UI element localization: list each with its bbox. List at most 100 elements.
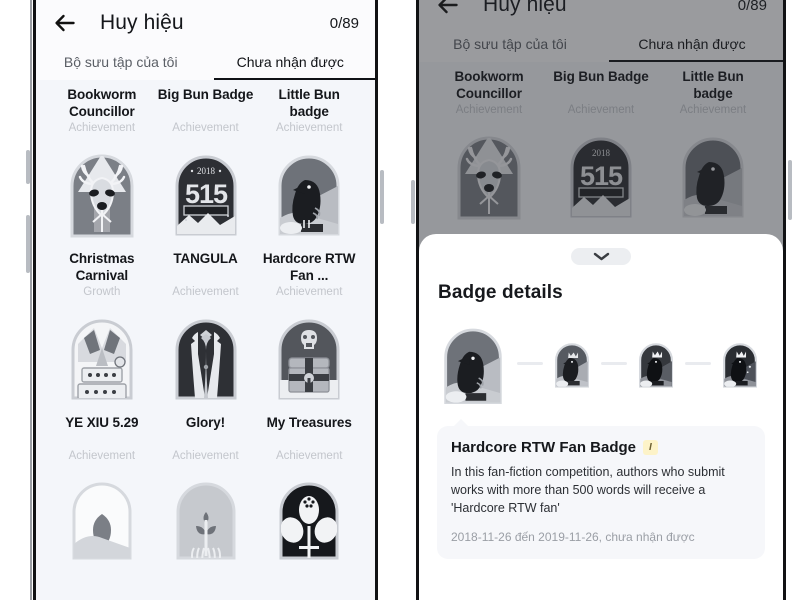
badge-count: 0/89 — [329, 14, 359, 32]
volume-up-button[interactable] — [26, 150, 30, 184]
left-bezel-pad — [0, 0, 30, 600]
515-badge-icon: 2018 515 — [570, 137, 632, 218]
svg-text:2018: 2018 — [592, 148, 611, 158]
back-arrow-icon[interactable] — [52, 10, 78, 36]
badge-name: Bookworm Councillor — [454, 69, 524, 101]
badge-cell-hardcore-rtw-fan[interactable]: Hardcore RTW Fan ... Achievement — [257, 244, 361, 408]
bird-badge-icon — [278, 155, 340, 236]
badge-cell-christmas-carnival[interactable]: Christmas Carnival Growth — [50, 244, 154, 408]
tab-bar-left: Bộ sưu tập của tôi Chưa nhận được — [36, 46, 375, 80]
badge-kind: Achievement — [68, 450, 136, 462]
badge-name: Big Bun Badge — [553, 69, 649, 84]
page-title: Huy hiệu — [100, 11, 184, 34]
right-phone-power-button[interactable] — [788, 160, 792, 220]
badge-cell-bookworm-councillor[interactable]: Bookworm Councillor Achievement — [50, 80, 154, 244]
badge-name: Big Bun Badge — [157, 87, 254, 102]
tier-connector — [685, 361, 711, 365]
badge-info-card: Hardcore RTW Fan Badge I In this fan-fic… — [437, 419, 765, 559]
badge-kind: Achievement — [275, 122, 343, 134]
bird-badge-tier-2-icon[interactable] — [551, 335, 593, 392]
chevron-down-icon[interactable] — [571, 248, 631, 265]
badge-kind: Achievement — [455, 104, 523, 116]
badge-name: YE XIU 5.29 — [65, 415, 139, 430]
badge-count: 0/89 — [737, 0, 767, 14]
badge-grid-row: YE XIU 5.29 Achievement Glory! Achieveme… — [50, 408, 361, 566]
badge-name: Glory! — [185, 415, 226, 430]
left-screen: Huy hiệu 0/89 Bộ sưu tập của tôi Chưa nh… — [36, 0, 375, 600]
badge-name: Bookworm Councillor — [67, 87, 137, 119]
tab-not-received[interactable]: Chưa nhận được — [206, 46, 375, 80]
badge-info-date: 2018-11-26 đến 2019-11-26, chưa nhận đượ… — [451, 530, 695, 544]
cake-badge-icon — [71, 319, 133, 400]
badge-cell-little-bun-badge[interactable]: Little Bun badge Achievement — [657, 62, 769, 226]
back-arrow-icon[interactable] — [435, 0, 461, 18]
badge-kind: Achievement — [567, 104, 635, 116]
badge-grid-row: Christmas Carnival Growth TANGULA Achiev… — [50, 244, 361, 408]
badge-cell-bookworm-councillor[interactable]: Bookworm Councillor Achievement — [433, 62, 545, 226]
badge-kind: Achievement — [172, 122, 239, 134]
badge-cell-ye-xiu-529[interactable]: YE XIU 5.29 Achievement — [50, 408, 154, 566]
badge-kind: Achievement — [679, 104, 747, 116]
badge-kind: Achievement — [275, 450, 343, 462]
right-screen: Huy hiệu 0/89 Bộ sưu tập của tôi Chưa nh… — [419, 0, 783, 600]
badge-cell-my-treasures[interactable]: My Treasures Achievement — [257, 408, 361, 566]
tab-my-collection[interactable]: Bộ sưu tập của tôi — [419, 28, 601, 62]
stag-badge-icon — [457, 136, 521, 220]
badge-info-title: Hardcore RTW Fan Badge — [451, 439, 637, 456]
phone-left: Huy hiệu 0/89 Bộ sưu tập của tôi Chưa nh… — [0, 0, 400, 600]
515-badge-icon: 2018 515 — [175, 155, 236, 236]
badge-cell-big-bun-badge[interactable]: Big Bun Badge Achievement 2018 515 — [545, 62, 657, 226]
badge-kind: Achievement — [68, 122, 136, 134]
phone-right: Huy hiệu 0/89 Bộ sưu tập của tôi Chưa nh… — [400, 0, 800, 600]
badge-level-chip: I — [643, 440, 658, 455]
chest-badge-icon — [278, 319, 340, 400]
badge-cell-big-bun-badge[interactable]: Big Bun Badge Achievement 2018 515 — [154, 80, 258, 244]
badge-kind: Achievement — [172, 286, 239, 298]
badge-name: Hardcore RTW Fan ... — [262, 251, 356, 283]
tab-my-collection[interactable]: Bộ sưu tập của tôi — [36, 46, 206, 80]
badge-grid-row: Bookworm Councillor Achievement Big Bun … — [433, 62, 769, 226]
badge-info-header: Hardcore RTW Fan Badge I — [451, 439, 751, 456]
svg-text:2018: 2018 — [197, 166, 216, 176]
badge-grid-row: Bookworm Councillor Achievement Big Bun … — [50, 80, 361, 244]
badge-info-description: In this fan-fiction competition, authors… — [451, 465, 725, 515]
sheet-title: Badge details — [438, 282, 563, 303]
bird-badge-tier-1-icon[interactable] — [437, 314, 509, 412]
badge-cell-little-bun-badge[interactable]: Little Bun badge Achievement — [257, 80, 361, 244]
volume-down-button[interactable] — [26, 215, 30, 273]
badge-details-sheet: Badge details Hardcore RTW Fan Badge I I… — [419, 234, 783, 600]
left-bezel-soft — [30, 0, 32, 600]
svg-text:515: 515 — [184, 179, 227, 209]
badge-kind: Growth — [83, 286, 121, 298]
tier-connector — [601, 361, 627, 365]
tab-not-received[interactable]: Chưa nhận được — [601, 28, 783, 62]
right-phone-left-pad — [400, 0, 416, 600]
badge-name: Little Bun badge — [278, 87, 340, 119]
blossom-badge-icon — [279, 482, 339, 560]
badge-kind: Achievement — [275, 286, 343, 298]
badge-cell-tangula[interactable]: TANGULA Achievement — [154, 244, 258, 408]
bird-badge-tier-3-icon[interactable] — [635, 335, 677, 392]
right-phone-side-button[interactable] — [411, 180, 415, 224]
svg-text:515: 515 — [580, 161, 623, 191]
badge-tier-progression — [437, 314, 765, 412]
badge-name: Christmas Carnival — [69, 251, 135, 283]
tab-bar-right: Bộ sưu tập của tôi Chưa nhận được — [419, 28, 783, 62]
left-phone-right-pad — [378, 0, 400, 600]
app-bar-left: Huy hiệu 0/89 — [36, 0, 375, 46]
screenshot-stage: Huy hiệu 0/89 Bộ sưu tập của tôi Chưa nh… — [0, 0, 800, 600]
badge-cell-glory[interactable]: Glory! Achievement — [154, 408, 258, 566]
badge-name: My Treasures — [266, 415, 352, 430]
right-phone-right-pad — [786, 0, 800, 600]
tuxedo-badge-icon — [175, 319, 236, 400]
stag-badge-icon — [70, 154, 134, 238]
badge-kind: Achievement — [172, 450, 239, 462]
badge-name: Little Bun badge — [682, 69, 744, 101]
badge-name: TANGULA — [173, 251, 238, 266]
page-title: Huy hiệu — [483, 0, 567, 16]
tier-connector — [517, 361, 543, 365]
badge-grid: Bookworm Councillor Achievement Big Bun … — [36, 80, 375, 600]
sprout-badge-icon — [176, 482, 235, 560]
power-button[interactable] — [380, 170, 384, 224]
bird-badge-tier-4-icon[interactable] — [719, 335, 761, 392]
